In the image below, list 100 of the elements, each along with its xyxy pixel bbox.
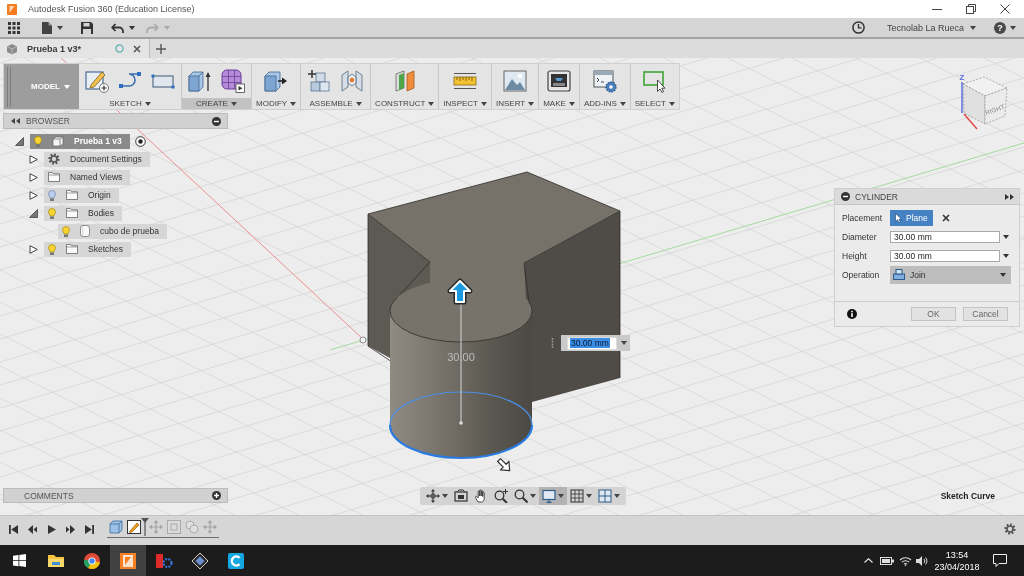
text-field[interactable]: 30.00 mm	[890, 230, 1000, 243]
tree-item[interactable]: Origin	[44, 187, 119, 203]
expand-triangle-icon[interactable]	[29, 244, 38, 254]
caret-icon[interactable]	[568, 101, 575, 106]
caret-icon[interactable]	[1003, 234, 1009, 239]
viewports-button[interactable]	[595, 487, 623, 505]
caret-icon[interactable]	[970, 25, 976, 30]
double-arrow-icon[interactable]	[1005, 193, 1014, 200]
minus-circle-icon[interactable]	[212, 116, 221, 126]
caret-icon[interactable]	[428, 101, 435, 106]
timeline-marker-icon[interactable]	[141, 517, 149, 536]
diagonal-arrow-handle-icon[interactable]	[497, 458, 511, 472]
script-gear-icon[interactable]	[592, 69, 617, 93]
toolbar-menu-button[interactable]: SELECT	[630, 98, 679, 109]
lightbulb-icon[interactable]	[48, 189, 56, 201]
toolbar-menu-button[interactable]: CREATE	[182, 98, 251, 109]
tree-item[interactable]: cubo de prueba	[58, 223, 168, 239]
tree-item[interactable]: Document Settings	[44, 151, 150, 167]
file-icon[interactable]	[42, 21, 52, 34]
component-cubes-icon[interactable]	[307, 69, 332, 93]
double-arrow-icon[interactable]	[11, 118, 20, 124]
undo-icon[interactable]	[111, 22, 124, 33]
minimize-icon[interactable]	[932, 8, 942, 10]
caret-icon[interactable]	[129, 25, 135, 30]
toolbar-menu-button[interactable]: INSPECT	[439, 98, 491, 109]
sketch-pencil-icon[interactable]	[127, 520, 141, 534]
caret-icon[interactable]	[528, 101, 535, 106]
image-icon[interactable]	[503, 69, 528, 93]
offset-plane-icon[interactable]	[392, 69, 417, 93]
selection-button[interactable]: Plane	[890, 209, 933, 226]
toolbar-menu-button[interactable]: INSERT	[492, 98, 539, 109]
step-back-icon[interactable]	[28, 524, 37, 534]
expand-triangle-icon[interactable]	[29, 172, 38, 182]
caret-icon[interactable]	[355, 101, 362, 106]
x-mark-icon[interactable]	[941, 213, 950, 222]
printer-icon[interactable]	[547, 69, 572, 93]
caret-icon[interactable]	[230, 101, 237, 106]
toolbar-menu-button[interactable]: MAKE	[539, 98, 579, 109]
expand-triangle-icon[interactable]	[29, 190, 38, 200]
skip-to-start-icon[interactable]	[9, 524, 18, 534]
taskbar-app-button[interactable]	[110, 545, 146, 576]
toolbar-menu-button[interactable]: MODIFY	[252, 98, 301, 109]
battery-icon[interactable]	[880, 556, 894, 565]
caret-icon[interactable]	[1010, 25, 1016, 30]
lightbulb-icon[interactable]	[48, 243, 56, 255]
caret-icon[interactable]	[144, 101, 151, 106]
dialog-button[interactable]: Cancel	[963, 307, 1008, 321]
clock-icon[interactable]	[851, 21, 865, 34]
arrow-handle-icon[interactable]	[447, 278, 473, 305]
settings-icon[interactable]	[1004, 523, 1016, 535]
caret-icon[interactable]	[668, 101, 675, 106]
caret-icon[interactable]	[530, 494, 536, 498]
app-grid-icon[interactable]	[8, 21, 20, 34]
expand-triangle-icon[interactable]	[29, 208, 38, 218]
dropdown[interactable]: Join	[890, 265, 1011, 284]
grid-settings-button[interactable]	[567, 487, 595, 505]
joint-icon[interactable]	[340, 69, 365, 93]
help-button[interactable]: ?	[994, 21, 1006, 34]
caret-icon[interactable]	[558, 494, 564, 498]
toolbar-menu-button[interactable]: ASSEMBLE	[301, 98, 371, 109]
dimension-input-field[interactable]: 30.00 mm	[567, 336, 617, 350]
toolbar-menu-button[interactable]: CONSTRUCT	[371, 98, 439, 109]
plus-icon[interactable]	[156, 43, 166, 54]
grip-dots-icon[interactable]	[551, 338, 554, 348]
document-tab[interactable]: Prueba 1 v3*	[0, 39, 150, 58]
taskbar-time[interactable]: 13:54	[945, 548, 969, 561]
notification-icon[interactable]	[993, 554, 1007, 567]
restore-icon[interactable]	[966, 4, 976, 14]
speaker-icon[interactable]	[916, 555, 928, 566]
look-at-button[interactable]	[451, 487, 471, 505]
extrude-box-icon[interactable]	[188, 69, 212, 93]
toolbar-menu-button[interactable]: SKETCH	[79, 98, 181, 109]
four-panes-icon[interactable]	[12, 554, 26, 567]
up-chevron-icon[interactable]	[864, 558, 873, 563]
caret-icon[interactable]	[1003, 253, 1009, 258]
caret-icon[interactable]	[586, 494, 592, 498]
wifi-icon[interactable]	[899, 555, 912, 566]
tree-item[interactable]: Sketches	[44, 241, 131, 257]
step-forward-icon[interactable]	[66, 524, 75, 534]
caret-icon[interactable]	[1000, 272, 1006, 277]
close-icon[interactable]	[1000, 4, 1010, 14]
press-pull-icon[interactable]	[264, 69, 289, 93]
tree-item[interactable]: Bodies	[44, 205, 122, 221]
save-icon[interactable]	[81, 21, 93, 34]
caret-icon[interactable]	[290, 101, 297, 106]
lightbulb-icon[interactable]	[48, 207, 56, 219]
caret-icon[interactable]	[619, 101, 626, 106]
expand-triangle-icon[interactable]	[15, 136, 24, 146]
dialog-button[interactable]: OK	[911, 307, 956, 321]
radio-dot-icon[interactable]	[134, 135, 146, 147]
caret-icon[interactable]	[481, 101, 487, 106]
text-field[interactable]: 30.00 mm	[890, 249, 1000, 262]
plus-circle-icon[interactable]	[212, 491, 221, 500]
display-settings-button[interactable]	[539, 487, 567, 505]
caret-icon[interactable]	[442, 494, 448, 498]
lightbulb-icon[interactable]	[34, 135, 42, 147]
profile-circle[interactable]	[388, 391, 534, 460]
minus-circle-icon[interactable]	[841, 192, 850, 201]
taskbar-date[interactable]: 23/04/2018	[934, 560, 980, 573]
skip-to-end-icon[interactable]	[85, 524, 94, 534]
